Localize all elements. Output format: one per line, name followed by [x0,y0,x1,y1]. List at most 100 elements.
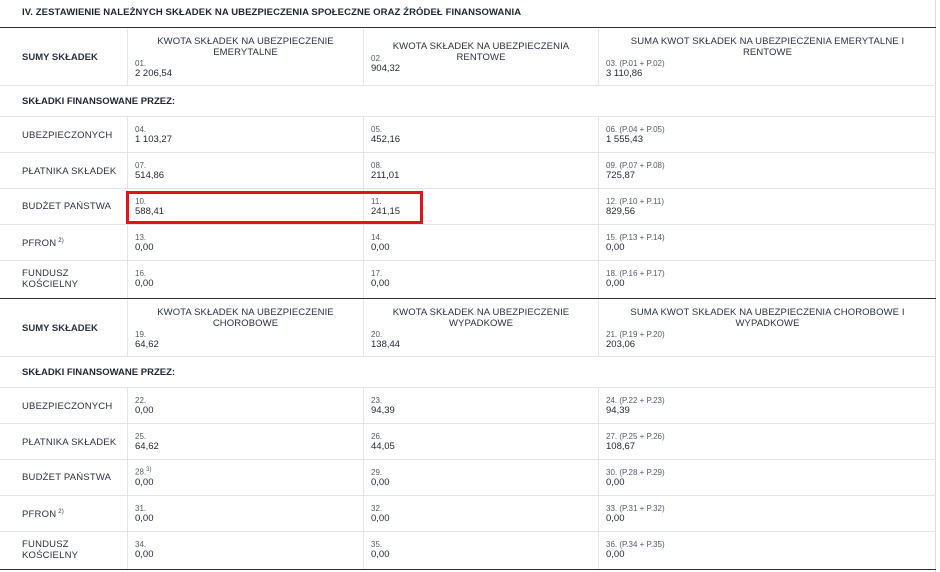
field-number: 24. (P.22 + P.23) [606,396,665,405]
field-number: 22. [135,396,147,405]
sum-cell-03: SUMA KWOT SKŁADEK NA UBEZPIECZENIA EMERY… [598,29,936,85]
row-label-line2: KOŚCIELNY [22,279,79,290]
field-number: 13. [135,233,147,242]
row-label: BUDŻET PAŃSTWA [22,201,112,212]
financed-by-label: SKŁADKI FINANSOWANE PRZEZ: [22,367,176,378]
row-label: PFRON 2) [22,509,64,521]
field-value: 0,00 [606,513,625,524]
field-number: 20. [371,330,383,339]
field-number: 32. [371,504,383,513]
contributions-summary-section: IV. ZESTAWIENIE NALEŻNYCH SKŁADEK NA UBE… [0,0,936,572]
field-number: 21. (P.19 + P.20) [606,330,665,339]
field-value: 211,01 [371,170,400,181]
field-value: 829,56 [606,206,636,217]
field-number: 33. (P.31 + P.32) [606,504,665,513]
field-number: 04. [135,125,147,134]
field-number: 17. [371,269,383,278]
sum-cell-19: KWOTA SKŁADEK NA UBEZPIECZENIE CHOROBOWE… [127,300,363,356]
field-number: 01. [135,59,147,68]
field-value: 0,00 [135,549,154,560]
field-number: 19. [135,330,147,339]
field-number: 35. [371,540,383,549]
footnote-marker: 2) [58,509,64,515]
row-label: FUNDUSZ [22,539,69,550]
field-value: 94,39 [606,405,630,416]
row-label: BUDŻET PAŃSTWA [22,472,112,483]
field-value: 138,44 [371,339,401,350]
column-header: SUMA KWOT SKŁADEK NA UBEZPIECZENIA CHORO… [630,307,905,329]
column-header: SUMA KWOT SKŁADEK NA UBEZPIECZENIA EMERY… [630,36,905,58]
field-number: 26. [371,432,383,441]
sums-label: SUMY SKŁADEK [22,52,98,63]
field-value: 0,00 [135,477,154,488]
field-number: 09. (P.07 + P.08) [606,161,665,170]
financed-by-label: SKŁADKI FINANSOWANE PRZEZ: [22,96,176,107]
column-header: KWOTA SKŁADEK NA UBEZPIECZENIE CHOROBOWE [157,307,334,329]
field-number: 15. (P.13 + P.14) [606,233,665,242]
field-number: 03. (P.01 + P.02) [606,59,665,68]
field-value: 108,67 [606,441,636,452]
table-row: UBEZPIECZONYCH 04. 1 103,27 05. 452,16 06.… [0,117,936,153]
field-number: 28.3) [135,467,152,477]
field-number: 02. [371,54,383,63]
table-row: PFRON 2) 31. 0,00 32. 0,00 33. (P.31 + P.32… [0,496,936,532]
field-value: 44,05 [371,441,395,452]
row-label: PŁATNIKA SKŁADEK [22,437,117,448]
field-value: 0,00 [606,278,625,289]
column-header: KWOTA SKŁADEK NA UBEZPIECZENIA RENTOWE [392,41,570,63]
field-number: 05. [371,125,383,134]
field-number: 29. [371,468,383,477]
field-number: 30. (P.28 + P.29) [606,468,665,477]
row-label: PFRON 2) [22,238,64,250]
field-value: 0,00 [135,513,154,524]
row-label-line2: KOŚCIELNY [22,550,79,561]
field-number: 12. (P.10 + P.11) [606,197,665,206]
field-value: 0,00 [371,549,390,560]
row-label: UBEZPIECZONYCH [22,130,113,141]
row-label: FUNDUSZ [22,268,69,279]
column-header: KWOTA SKŁADEK NA UBEZPIECZENIE WYPADKOWE [392,307,570,329]
highlight-box [126,191,423,224]
sum-cell-21: SUMA KWOT SKŁADEK NA UBEZPIECZENIA CHORO… [598,300,936,356]
field-value: 0,00 [371,477,390,488]
field-number: 16. [135,269,147,278]
field-number: 14. [371,233,383,242]
sum-cell-20: KWOTA SKŁADEK NA UBEZPIECZENIE WYPADKOWE… [363,300,598,356]
field-value: 0,00 [371,278,390,289]
table-row: BUDŻET PAŃSTWA 28.3) 0,00 29. 0,00 30. (P.… [0,460,936,496]
field-number: 08. [371,161,383,170]
sums-label: SUMY SKŁADEK [22,323,98,334]
field-value: 0,00 [606,477,625,488]
field-value: 0,00 [606,549,625,560]
field-number: 23. [371,396,383,405]
field-number: 25. [135,432,147,441]
field-value: 725,87 [606,170,636,181]
financed-by-row: SKŁADKI FINANSOWANE PRZEZ: [0,357,936,388]
field-value: 0,00 [371,513,390,524]
table-row: FUNDUSZ KOŚCIELNY 16. 0,00 17. 0,00 18. (P… [0,261,936,299]
field-value: 0,00 [606,242,625,253]
row-label: PŁATNIKA SKŁADEK [22,166,117,177]
field-number: 27. (P.25 + P.26) [606,432,665,441]
footnote-marker: 3) [146,467,152,473]
field-value: 1 555,43 [606,134,643,145]
field-value: 452,16 [371,134,401,145]
footnote-marker: 2) [58,238,64,244]
table-row: PŁATNIKA SKŁADEK 25. 64,62 26. 44,05 27. (… [0,424,936,460]
field-value: 0,00 [135,278,154,289]
field-value: 0,00 [371,242,390,253]
financed-by-row: SKŁADKI FINANSOWANE PRZEZ: [0,86,936,117]
section-title: IV. ZESTAWIENIE NALEŻNYCH SKŁADEK NA UBE… [22,7,522,18]
field-value: 203,06 [606,339,636,350]
field-value: 904,32 [371,63,401,74]
section-header: IV. ZESTAWIENIE NALEŻNYCH SKŁADEK NA UBE… [0,0,936,28]
field-number: 34. [135,540,147,549]
field-value: 514,86 [135,170,165,181]
field-value: 64,62 [135,441,159,452]
field-value: 0,00 [135,405,154,416]
row-label: UBEZPIECZONYCH [22,401,113,412]
field-number: 06. (P.04 + P.05) [606,125,665,134]
field-value: 0,00 [135,242,154,253]
field-value: 2 206,54 [135,68,172,79]
field-value: 1 103,27 [135,134,172,145]
